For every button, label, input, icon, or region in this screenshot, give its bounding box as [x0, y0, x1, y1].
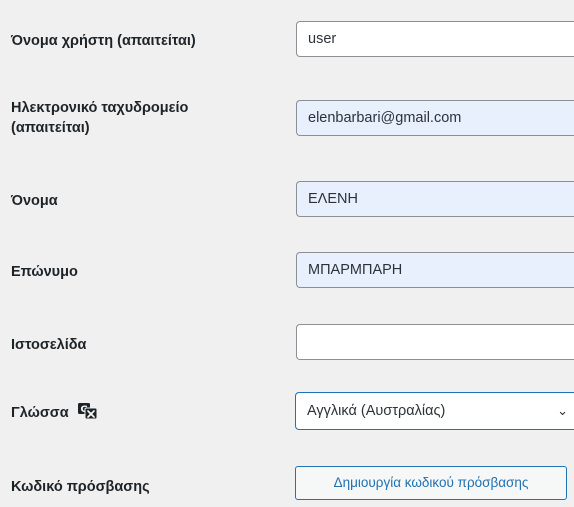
email-input[interactable]: elenbarbari@gmail.com — [296, 100, 574, 136]
first-name-input[interactable]: ΕΛΕΝΗ — [296, 181, 574, 217]
language-label: Γλώσσα — [11, 405, 69, 421]
website-input[interactable] — [296, 324, 574, 360]
language-selected-value: Αγγλικά (Αυστραλίας) — [307, 403, 446, 419]
last-name-input[interactable]: ΜΠΑΡΜΠΑΡΗ — [296, 252, 574, 288]
email-label-line2: (απαιτείται) — [11, 120, 90, 136]
username-input[interactable]: user — [296, 21, 574, 57]
chevron-down-icon: ⌄ — [557, 403, 568, 418]
language-label-wrap: Γλώσσα G — [11, 402, 98, 423]
user-profile-form: Όνομα χρήστη (απαιτείται) user Ηλεκτρονι… — [0, 0, 574, 507]
website-label: Ιστοσελίδα — [11, 337, 87, 353]
language-select[interactable]: Αγγλικά (Αυστραλίας) ⌄ — [295, 392, 574, 430]
username-label: Όνομα χρήστη (απαιτείται) — [11, 33, 196, 49]
translation-icon: G — [77, 402, 98, 420]
password-label: Κωδικό πρόσβασης — [11, 479, 150, 495]
last-name-label: Επώνυμο — [11, 264, 78, 280]
email-label-line1: Ηλεκτρονικό ταχυδρομείο — [11, 100, 189, 116]
generate-password-button[interactable]: Δημιουργία κωδικού πρόσβασης — [295, 466, 567, 500]
first-name-label: Όνομα — [11, 193, 58, 209]
email-label: Ηλεκτρονικό ταχυδρομείο (απαιτείται) — [11, 98, 188, 138]
